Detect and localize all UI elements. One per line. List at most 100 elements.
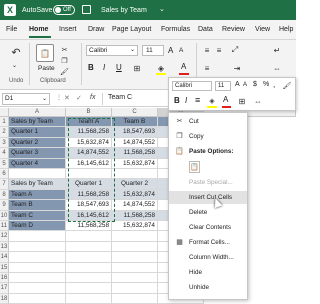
row-header-10[interactable]: 10 (0, 210, 9, 221)
mini-align[interactable]: ≡ (195, 95, 200, 105)
row-header-6[interactable]: 6 (0, 169, 9, 180)
chevron-down-icon[interactable]: ⌄ (159, 6, 165, 13)
column-header-b[interactable]: B (66, 108, 112, 117)
row-header-11[interactable]: 11 (0, 221, 9, 232)
row-header-13[interactable]: 13 (0, 241, 9, 253)
menu-item-copy[interactable]: ❐ Copy (169, 130, 247, 143)
table2-cell[interactable]: 11,568,258 (112, 210, 158, 221)
menu-insert[interactable]: Insert (59, 26, 77, 33)
table2-cell[interactable]: 11,568,258 (66, 221, 112, 232)
empty-cell[interactable] (112, 241, 158, 253)
row-header-18[interactable]: 18 (0, 293, 9, 304)
table1-cell[interactable]: Quarter 4 (9, 158, 66, 169)
undo-icon[interactable]: ↶ (8, 44, 24, 60)
mini-grow-font[interactable]: A (235, 81, 240, 88)
borders-icon[interactable]: ⊞ (237, 96, 247, 106)
chevron-down-icon[interactable]: ⌄ (42, 94, 47, 104)
cancel-icon[interactable]: ✕ (64, 94, 70, 102)
menu-formulas[interactable]: Formulas (161, 26, 190, 33)
column-header-a[interactable]: A (9, 108, 66, 117)
table1-cell[interactable]: 14,874,552 (112, 137, 158, 149)
table1-cell[interactable]: Quarter 1 (9, 127, 66, 138)
row-header-2[interactable]: 2 (0, 127, 9, 138)
empty-cell[interactable] (9, 231, 66, 242)
mini-shrink-font[interactable]: A (243, 82, 247, 88)
empty-cell[interactable] (66, 231, 112, 242)
fill-color-icon[interactable]: ◈ (207, 96, 217, 106)
chevron-down-icon[interactable]: ⌄ (130, 46, 135, 55)
mini-font-color[interactable]: A (223, 95, 228, 104)
fill-color-icon[interactable]: ◈ (156, 63, 166, 73)
orientation-icon[interactable]: ⤢ (230, 45, 240, 55)
row-header-5[interactable]: 5 (0, 158, 9, 169)
menu-view[interactable]: View (255, 26, 270, 33)
mini-italic[interactable]: I (185, 96, 187, 105)
table2-cell[interactable]: Team A (9, 189, 66, 201)
empty-cell[interactable] (112, 169, 158, 180)
table2-cell[interactable]: 14,874,552 (112, 200, 158, 211)
row-header-9[interactable]: 9 (0, 200, 9, 211)
cut-icon[interactable]: ✂ (60, 45, 69, 54)
save-icon[interactable] (82, 5, 91, 14)
empty-cell[interactable] (112, 283, 158, 294)
indent-icon[interactable]: ⇥ (232, 63, 242, 73)
menu-item-cut[interactable]: ✂ Cut (169, 115, 247, 128)
empty-cell[interactable] (9, 283, 66, 294)
mini-currency[interactable]: $ (253, 81, 257, 88)
empty-cell[interactable] (66, 241, 112, 253)
mini-comma[interactable]: , (273, 80, 275, 89)
row-header-14[interactable]: 14 (0, 252, 9, 263)
more-options-icon[interactable]: ⋮ (56, 94, 62, 101)
formula-content[interactable]: Team C (108, 94, 132, 101)
name-box[interactable]: D1 ⌄ (2, 93, 50, 105)
format-painter-icon[interactable]: 🖌 (60, 67, 69, 76)
menu-file[interactable]: File (6, 26, 17, 33)
menu-data[interactable]: Data (198, 26, 213, 33)
empty-cell[interactable] (66, 273, 112, 284)
merge-icon[interactable]: ⇔ (253, 96, 263, 106)
table1-cell[interactable]: Quarter 3 (9, 148, 66, 159)
column-header-c[interactable]: C (112, 108, 158, 117)
worksheet-grid[interactable]: ABCD 123456789101112131415161718 Sales b… (0, 108, 296, 304)
copy-icon[interactable]: ❐ (60, 56, 69, 65)
file-name[interactable]: Sales by Team (101, 7, 147, 14)
autosave-toggle[interactable]: Off (53, 5, 75, 15)
empty-cell[interactable] (9, 293, 66, 304)
table2-cell[interactable]: Team B (9, 200, 66, 211)
empty-cell[interactable] (66, 293, 112, 304)
empty-cell[interactable] (9, 169, 66, 180)
empty-cell[interactable] (9, 262, 66, 273)
empty-cell[interactable] (66, 252, 112, 263)
empty-cell[interactable] (112, 262, 158, 273)
row-header-12[interactable]: 12 (0, 231, 9, 242)
row-header-8[interactable]: 8 (0, 189, 9, 201)
menu-draw[interactable]: Draw (88, 26, 104, 33)
align-top-icon[interactable]: ≡ (202, 45, 212, 55)
empty-cell[interactable] (9, 241, 66, 253)
grow-font-button[interactable]: A (168, 46, 173, 55)
menu-item-unhide[interactable]: Unhide (169, 281, 247, 294)
format-painter-icon[interactable]: 🖌 (282, 81, 292, 91)
insert-function-button[interactable]: fx (90, 94, 95, 101)
mini-bold[interactable]: B (174, 96, 180, 105)
paste-label[interactable]: Paste (38, 65, 55, 72)
table2-cell[interactable]: 15,632,874 (112, 189, 158, 201)
italic-button[interactable]: I (103, 63, 105, 72)
table2-cell[interactable]: Team D (9, 221, 66, 232)
chevron-down-icon[interactable]: ⌄ (12, 62, 17, 69)
table2-cell[interactable]: Team C (9, 210, 66, 221)
underline-button[interactable]: U (116, 63, 122, 72)
select-all-corner[interactable] (0, 108, 9, 117)
menu-page-layout[interactable]: Page Layout (112, 26, 151, 33)
menu-item-column-width[interactable]: Column Width... (169, 251, 247, 264)
paste-icon[interactable]: 📋 (36, 44, 54, 62)
table2-cell[interactable]: 15,632,874 (112, 221, 158, 232)
row-header-1[interactable]: 1 (0, 117, 9, 128)
table1-header-cell[interactable]: Sales by Team (9, 117, 66, 128)
font-size-box[interactable]: 11 (142, 45, 164, 56)
wrap-text-icon[interactable]: ↵ (270, 45, 284, 55)
row-header-15[interactable]: 15 (0, 262, 9, 273)
mini-font-size[interactable]: 11 (215, 81, 231, 91)
mini-percent[interactable]: % (263, 81, 269, 88)
empty-cell[interactable] (9, 273, 66, 284)
